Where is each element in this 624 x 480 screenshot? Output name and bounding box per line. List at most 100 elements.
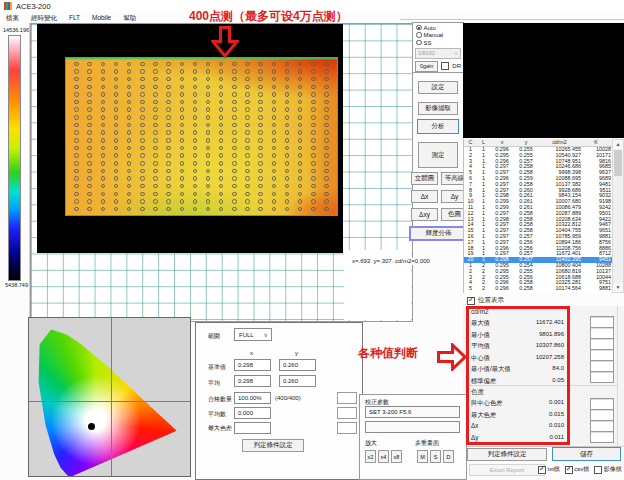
zoom-x4-button[interactable]: x4 xyxy=(378,450,389,463)
measure-point-marker xyxy=(101,161,106,166)
radio-icon[interactable] xyxy=(416,40,422,46)
measure-point-marker xyxy=(298,123,303,128)
measure-point-marker xyxy=(101,169,106,174)
measure-point-marker xyxy=(206,123,211,128)
zoom-x8-button[interactable]: x8 xyxy=(391,450,402,463)
average-x-field[interactable]: 0.298 xyxy=(234,375,271,387)
max-color-diff-field[interactable] xyxy=(234,422,271,434)
colorbar-max-label: 14536.196 xyxy=(3,27,29,33)
measurement-table[interactable]: CLxycd/m2K110.2960.25510265.45510028210.… xyxy=(463,139,613,293)
measure-point-marker xyxy=(101,115,106,120)
measure-point-marker xyxy=(193,62,198,67)
measure-point-marker xyxy=(114,69,119,74)
scroll-up-arrow[interactable]: ▲ xyxy=(613,140,623,149)
measure-point-marker xyxy=(193,153,198,158)
measure-point-marker xyxy=(285,107,290,112)
delta-x-button[interactable]: Δx xyxy=(411,190,438,203)
save-button[interactable]: 儲存 xyxy=(552,447,621,461)
menu-item[interactable]: 幫助 xyxy=(117,13,142,22)
maxdiff-criteria-box[interactable] xyxy=(337,422,357,434)
position-display-label: 位置表示 xyxy=(478,296,504,305)
delta-xy-button[interactable]: Δxy xyxy=(411,208,438,221)
cursor-status-area: x=.693. y=.307. cd/m2=0.000 xyxy=(344,250,411,320)
calibration-set-field[interactable]: SET 3-200 F5.6 xyxy=(365,406,460,418)
measure-point-marker xyxy=(101,85,106,90)
measure-point-marker xyxy=(298,192,303,197)
measure-point-marker xyxy=(285,199,290,204)
measure-point-marker xyxy=(324,92,329,97)
menu-item[interactable]: FLT xyxy=(63,13,86,22)
reference-y-field[interactable]: 0.260 xyxy=(279,359,316,371)
calibration-extra-field[interactable] xyxy=(365,421,460,433)
measure-point-marker xyxy=(285,146,290,151)
multi-S-button[interactable]: S xyxy=(430,450,441,463)
multi-M-button[interactable]: M xyxy=(417,450,428,463)
pass-criteria-box[interactable] xyxy=(337,392,357,404)
measure-point-marker xyxy=(232,77,237,82)
export-check-影像檔[interactable]: 影像檔 xyxy=(594,465,622,474)
average-number-field[interactable]: 0.000 xyxy=(234,407,271,419)
zoom-x2-button[interactable]: x2 xyxy=(365,450,376,463)
checkbox-icon[interactable] xyxy=(594,466,602,474)
criteria-input-box[interactable] xyxy=(590,371,614,383)
measure-point-marker xyxy=(153,77,158,82)
criteria-input-box[interactable] xyxy=(590,431,614,443)
measure-point-marker xyxy=(272,199,277,204)
gain-button[interactable]: 0gain xyxy=(415,61,438,72)
image-capture-button[interactable]: 影像擷取 xyxy=(418,102,458,115)
menu-item[interactable]: Mobile xyxy=(86,13,117,22)
measure-point-marker xyxy=(206,107,211,112)
measure-point-marker xyxy=(206,100,211,105)
measure-point-marker xyxy=(193,192,198,197)
table-row[interactable]: 520.2960.25810174.5649881 xyxy=(464,286,613,292)
solid-view-button[interactable]: 立體圖 xyxy=(411,172,438,185)
table-header-cell: cd/m2 xyxy=(538,139,581,146)
average-y-field[interactable]: 0.260 xyxy=(279,375,316,387)
measure-point-marker xyxy=(298,62,303,67)
measure-point-marker xyxy=(324,69,329,74)
measure-point-marker xyxy=(87,192,92,197)
measure-point-marker xyxy=(166,207,171,212)
mode-radio-manual[interactable]: Manual xyxy=(416,32,463,38)
measure-point-marker xyxy=(166,62,171,67)
radio-icon[interactable] xyxy=(416,32,422,38)
measure-point-marker xyxy=(140,100,145,105)
measure-point-marker xyxy=(298,77,303,82)
measure-button[interactable]: 測定 xyxy=(418,142,458,168)
settings-button[interactable]: 設定 xyxy=(418,81,458,94)
measure-point-marker xyxy=(127,184,132,189)
checkbox-icon[interactable] xyxy=(565,466,573,474)
excel-report-button[interactable]: Excel Report xyxy=(469,464,545,476)
multi-D-button[interactable]: D xyxy=(443,450,454,463)
checkbox-icon[interactable] xyxy=(538,466,546,474)
table-scrollbar[interactable]: ▲ ▼ xyxy=(612,139,624,293)
reference-x-field[interactable]: 0.298 xyxy=(234,359,271,371)
luminance-distribution-button[interactable]: 輝度分佈 xyxy=(409,226,468,241)
scroll-down-arrow[interactable]: ▼ xyxy=(613,283,623,292)
measure-point-marker xyxy=(245,107,250,112)
mode-radio-ss[interactable]: SS xyxy=(416,40,463,46)
menu-item[interactable]: 經時變化 xyxy=(25,13,63,22)
range-select[interactable]: FULL xyxy=(234,328,272,341)
position-display-checkbox[interactable] xyxy=(467,297,475,305)
position-display-check[interactable]: 位置表示 xyxy=(467,296,504,305)
shutter-select[interactable]: 1/8192 xyxy=(415,48,461,59)
measure-point-marker xyxy=(298,207,303,212)
avg-criteria-box[interactable] xyxy=(337,407,357,419)
judge-condition-button-2[interactable]: 判定條件設定 xyxy=(242,439,304,452)
measure-point-marker xyxy=(74,100,79,105)
measure-point-marker xyxy=(232,146,237,151)
pass-count-field[interactable]: 100.00% xyxy=(234,392,271,404)
export-check-txt檔[interactable]: txt檔 xyxy=(538,465,560,474)
scroll-thumb[interactable] xyxy=(614,150,622,176)
menu-item[interactable]: 檔案 xyxy=(0,13,25,22)
dr-checkbox[interactable] xyxy=(441,62,449,70)
luminance-thermal-image[interactable] xyxy=(65,57,338,216)
radio-icon[interactable] xyxy=(416,25,422,31)
judge-condition-button[interactable]: 判定條件設定 xyxy=(467,448,547,461)
export-check-csv檔[interactable]: csv檔 xyxy=(565,465,590,474)
measure-point-marker xyxy=(206,138,211,143)
mode-radio-auto[interactable]: Auto xyxy=(416,25,463,31)
measure-point-marker xyxy=(311,153,316,158)
analyze-button[interactable]: 分析 xyxy=(417,119,459,134)
